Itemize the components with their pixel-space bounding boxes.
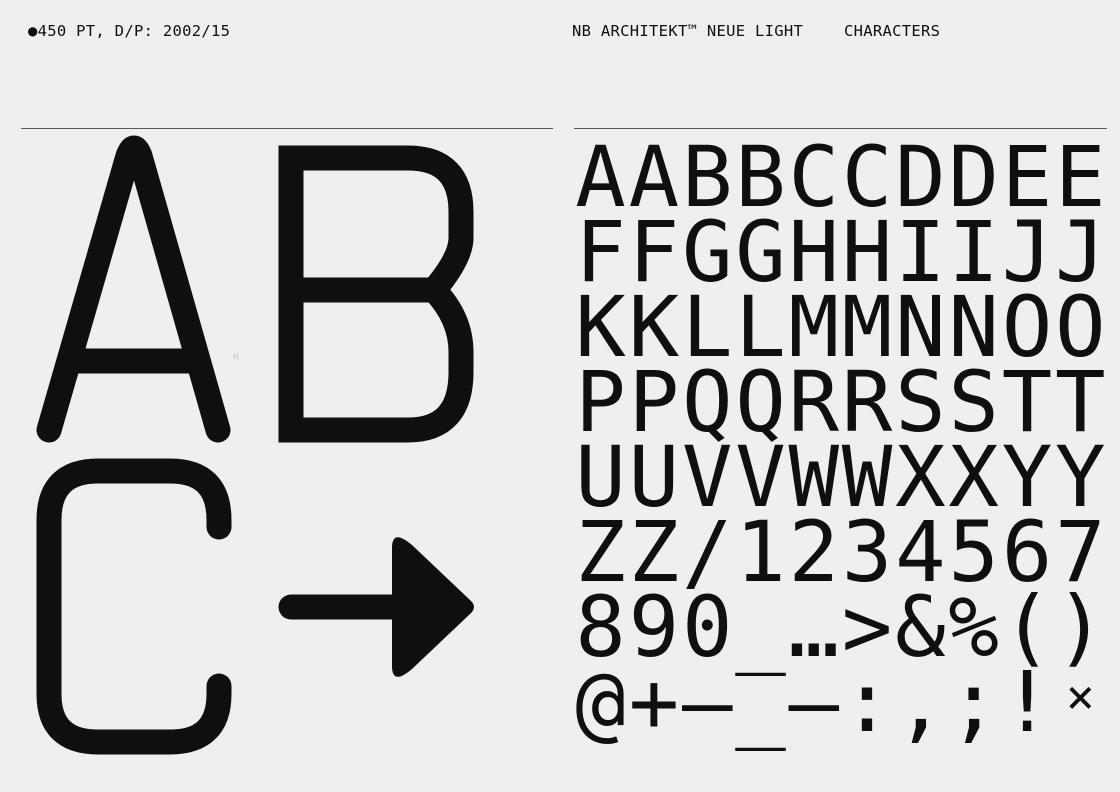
specimen-glyph-c xyxy=(36,458,232,755)
charset-glyph: _ xyxy=(735,653,786,751)
charset-glyph: : xyxy=(842,653,893,751)
charset-glyph: ; xyxy=(948,653,999,751)
charset-glyph: @ xyxy=(575,653,626,751)
character-set-grid: A A B B C C D D E EF F G G H H I I J JK K L L M M N N O OP P Q Q R R S S T T… xyxy=(575,128,1106,751)
specimen-glyph-b xyxy=(278,145,474,443)
specimen-glyph-arrow-right-icon xyxy=(278,537,474,677)
tiny-label: H xyxy=(233,353,239,363)
charset-glyph: ! xyxy=(1002,653,1053,751)
charset-glyph: × xyxy=(1066,669,1095,725)
charset-glyph: , xyxy=(895,653,946,751)
charset-glyph: + xyxy=(629,653,680,751)
charset-glyph: – xyxy=(682,653,733,751)
specimen-glyph-a xyxy=(36,135,231,443)
charset-glyph: — xyxy=(789,653,840,751)
charset-glyph: ) xyxy=(1055,578,1106,676)
